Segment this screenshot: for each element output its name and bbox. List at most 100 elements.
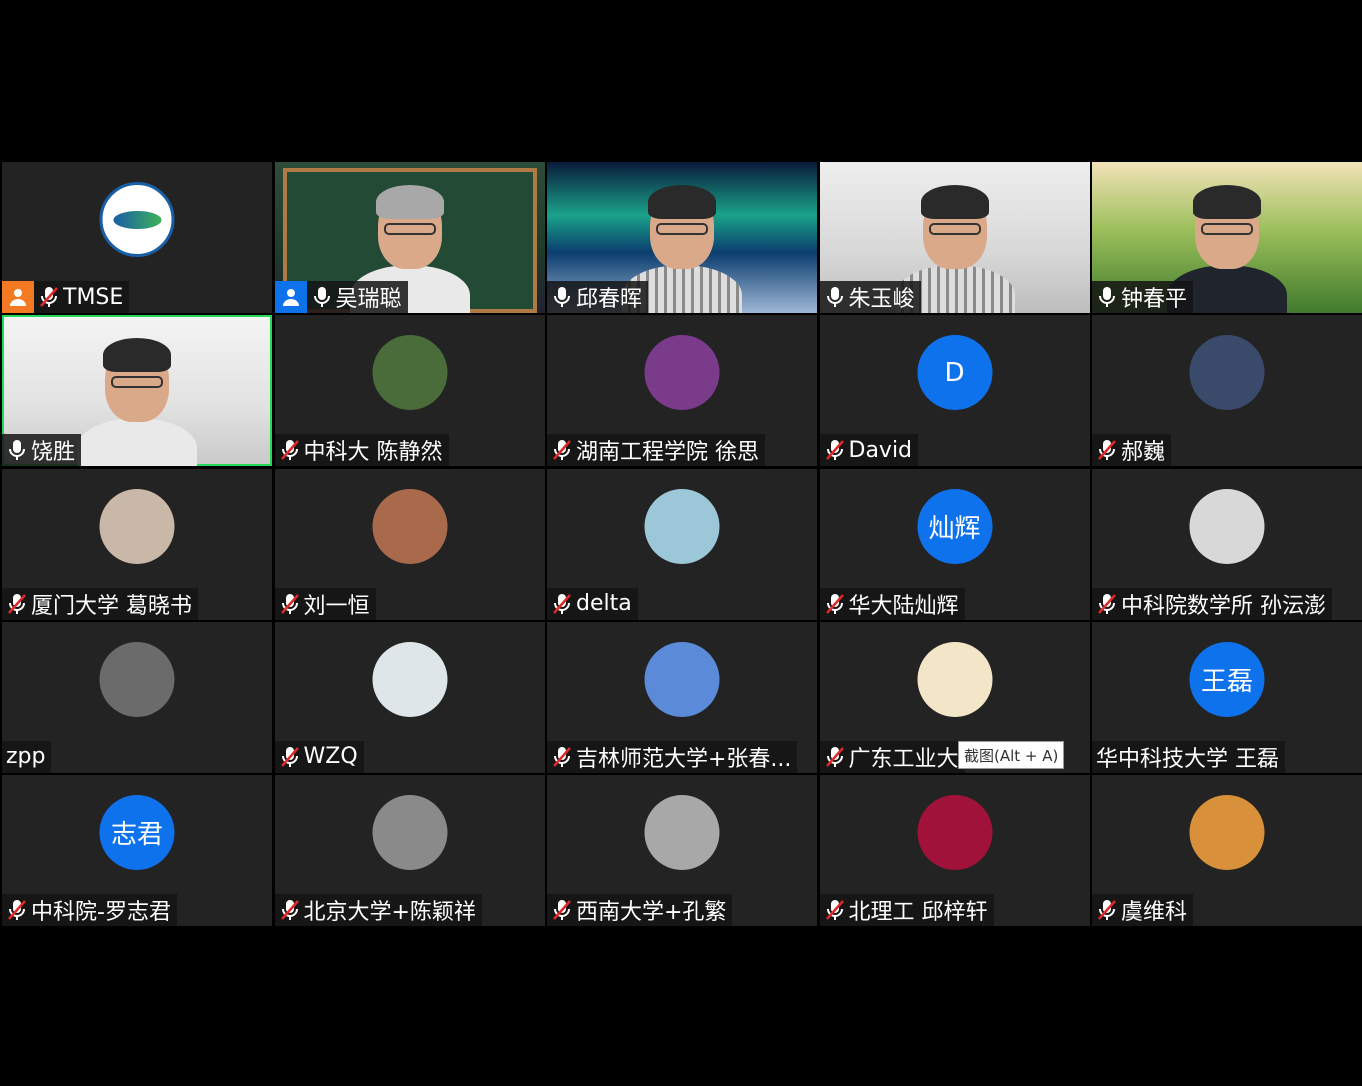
- participant-name: 郝巍: [1121, 440, 1166, 466]
- mic-muted-icon: [824, 745, 849, 769]
- participant-tile[interactable]: zpp: [2, 621, 272, 773]
- participant-name: 中科院-罗志君: [31, 900, 171, 925]
- mic-muted-icon: [279, 745, 304, 769]
- participant-name: 厦门大学 葛晓书: [31, 593, 192, 619]
- participant-name: 刘一恒: [303, 593, 370, 619]
- participant-avatar: [372, 641, 447, 717]
- participant-name: WZQ: [303, 744, 358, 770]
- participant-nameplate: 厦门大学 葛晓书: [2, 587, 198, 620]
- mic-icon: [311, 285, 336, 309]
- participant-nameplate: 吴瑞聪: [274, 281, 408, 313]
- participant-tile[interactable]: 邱春晖: [547, 162, 817, 313]
- participant-nameplate: 北京大学+陈颖祥: [274, 894, 482, 926]
- cohost-icon: [274, 281, 307, 313]
- participant-nameplate: 华大陆灿辉: [819, 587, 965, 620]
- participant-nameplate: TMSE: [2, 281, 130, 313]
- screenshot-tooltip: 截图(Alt + A): [958, 741, 1065, 769]
- participant-avatar: 王磊: [1189, 641, 1265, 717]
- mic-muted-icon: [824, 592, 849, 616]
- participant-tile[interactable]: 郝巍: [1092, 315, 1362, 467]
- participant-avatar: [644, 488, 720, 564]
- participant-tile[interactable]: 吴瑞聪: [274, 162, 545, 313]
- participant-tile[interactable]: 王磊华中科技大学 王磊: [1092, 621, 1362, 773]
- participant-avatar: [1189, 488, 1265, 564]
- participant-avatar: [99, 641, 175, 717]
- participant-name: 华中科技大学 王磊: [1096, 746, 1279, 772]
- mic-muted-icon: [551, 438, 576, 462]
- participant-nameplate: 北理工 邱梓轩: [819, 894, 994, 926]
- participant-name: 中科大 陈静然: [303, 440, 443, 466]
- participant-tile[interactable]: 吉林师范大学+张春...: [547, 621, 817, 773]
- participant-tile[interactable]: 虞维科: [1092, 775, 1362, 926]
- participant-tile[interactable]: 湖南工程学院 徐思: [547, 315, 817, 467]
- participant-name: 饶胜: [31, 440, 76, 466]
- participant-nameplate: zpp: [2, 740, 52, 773]
- participant-nameplate: 中科院-罗志君: [2, 894, 177, 926]
- participant-avatar: 志君: [99, 795, 175, 870]
- participant-name: 北京大学+陈颖祥: [303, 900, 476, 925]
- participant-tile[interactable]: D David: [819, 315, 1090, 467]
- participant-avatar: [1189, 795, 1265, 870]
- participant-name: 吉林师范大学+张春...: [576, 746, 792, 772]
- participant-name: 中科院数学所 孙沄澎: [1121, 593, 1326, 619]
- mic-muted-icon: [551, 898, 576, 922]
- participant-tile[interactable]: TMSE: [2, 162, 272, 313]
- participant-nameplate: 朱玉峻: [819, 281, 921, 313]
- participant-name: 西南大学+孔繁: [576, 900, 727, 925]
- participant-tile[interactable]: 厦门大学 葛晓书: [2, 468, 272, 620]
- participant-video-person: [77, 336, 197, 467]
- participant-tile[interactable]: 北理工 邱梓轩: [819, 775, 1090, 926]
- participant-tile[interactable]: 北京大学+陈颖祥: [274, 775, 545, 926]
- participant-avatar: [917, 641, 992, 717]
- mic-icon: [6, 438, 31, 462]
- avatar-initials: 志君: [110, 820, 163, 850]
- participant-avatar: [1189, 335, 1265, 411]
- participant-tile[interactable]: 朱玉峻: [819, 162, 1090, 313]
- participant-tile[interactable]: 刘一恒: [274, 468, 545, 620]
- mic-muted-icon: [1096, 592, 1121, 616]
- participant-tile[interactable]: 饶胜: [2, 315, 272, 467]
- participant-avatar: [644, 795, 720, 870]
- participant-nameplate: 饶胜: [2, 434, 82, 467]
- participant-nameplate: David: [819, 434, 919, 467]
- mic-muted-icon: [6, 592, 31, 616]
- participant-nameplate: 邱春晖: [547, 281, 649, 313]
- participant-name: 北理工 邱梓轩: [848, 900, 988, 925]
- mic-muted-icon: [279, 438, 304, 462]
- participant-name: 吴瑞聪: [335, 287, 402, 312]
- mic-muted-icon: [1096, 438, 1121, 462]
- mic-muted-icon: [824, 898, 849, 922]
- avatar-initials: D: [944, 357, 965, 388]
- participant-avatar: [372, 488, 447, 564]
- participant-tile[interactable]: delta: [547, 468, 817, 620]
- participant-name: zpp: [6, 744, 46, 770]
- participant-tile[interactable]: 灿辉 华大陆灿辉: [819, 468, 1090, 620]
- participant-tile[interactable]: 志君 中科院-罗志君: [2, 775, 272, 926]
- participant-tile[interactable]: 钟春平: [1092, 162, 1362, 313]
- participant-nameplate: WZQ: [274, 740, 364, 773]
- participant-name: 华大陆灿辉: [848, 593, 959, 619]
- avatar-initials: 灿辉: [928, 513, 981, 544]
- participant-nameplate: 中科大 陈静然: [274, 434, 449, 467]
- participant-tile[interactable]: 中科大 陈静然: [274, 315, 545, 467]
- mic-muted-icon: [279, 898, 304, 922]
- participant-tile[interactable]: WZQ: [274, 621, 545, 773]
- participant-name: David: [848, 437, 913, 463]
- participant-nameplate: 吉林师范大学+张春...: [547, 740, 798, 773]
- organization-logo: [99, 182, 175, 257]
- participant-name: delta: [576, 591, 632, 616]
- avatar-initials: 王磊: [1200, 666, 1253, 697]
- participant-nameplate: 虞维科: [1092, 894, 1194, 926]
- participant-nameplate: 郝巍: [1092, 434, 1172, 467]
- participant-tile[interactable]: 中科院数学所 孙沄澎: [1092, 468, 1362, 620]
- participant-avatar: [99, 488, 175, 564]
- mic-muted-icon: [551, 745, 576, 769]
- participant-name: 湖南工程学院 徐思: [576, 440, 759, 466]
- participant-name: TMSE: [63, 284, 124, 310]
- participant-name: 虞维科: [1121, 900, 1188, 925]
- participant-tile[interactable]: 西南大学+孔繁: [547, 775, 817, 926]
- participant-nameplate: 湖南工程学院 徐思: [547, 434, 765, 467]
- mic-muted-icon: [279, 592, 304, 616]
- participant-avatar: 灿辉: [917, 488, 992, 564]
- participant-avatar: [372, 335, 447, 411]
